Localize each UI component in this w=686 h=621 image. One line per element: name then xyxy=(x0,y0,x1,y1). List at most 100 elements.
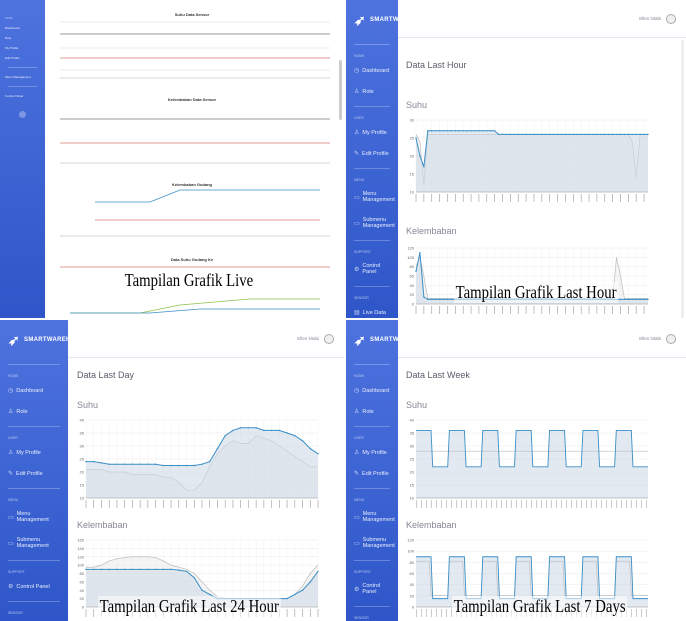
sidebar-item-my-profile[interactable]: ♙ My Profile xyxy=(346,442,398,463)
data-point[interactable] xyxy=(482,130,484,132)
data-point[interactable] xyxy=(647,298,649,301)
brand[interactable]: ➶ SMARTWAREH xyxy=(0,320,70,360)
data-point[interactable] xyxy=(139,463,141,465)
sidebar-item-role[interactable]: ♙ Role xyxy=(346,81,398,102)
data-point[interactable] xyxy=(423,166,425,168)
data-point[interactable] xyxy=(415,137,417,139)
data-point[interactable] xyxy=(423,296,425,298)
data-point[interactable] xyxy=(294,434,296,437)
data-point[interactable] xyxy=(466,130,468,132)
data-point[interactable] xyxy=(209,593,211,596)
data-point[interactable] xyxy=(131,463,134,465)
data-point[interactable] xyxy=(123,463,126,465)
data-point[interactable] xyxy=(317,570,319,573)
data-point[interactable] xyxy=(635,298,637,301)
data-point[interactable] xyxy=(497,133,500,136)
sidebar-item-menu-management[interactable]: ▭ Menu Management xyxy=(346,184,398,210)
data-point[interactable] xyxy=(588,133,590,136)
data-point[interactable] xyxy=(568,133,571,136)
data-point[interactable] xyxy=(108,463,110,465)
sidebar-item-control-panel[interactable]: Control Panel xyxy=(0,91,45,101)
data-point[interactable] xyxy=(623,298,626,301)
data-point[interactable] xyxy=(596,133,598,136)
data-point[interactable] xyxy=(560,133,563,136)
data-point[interactable] xyxy=(619,298,622,301)
data-point[interactable] xyxy=(611,133,614,136)
data-point[interactable] xyxy=(154,568,157,571)
data-point[interactable] xyxy=(548,133,551,136)
brand[interactable]: ➶ SMARTWAREH xyxy=(346,0,416,40)
data-point[interactable] xyxy=(93,568,95,571)
data-point[interactable] xyxy=(85,568,87,571)
data-point[interactable] xyxy=(263,429,265,432)
data-point[interactable] xyxy=(478,130,480,132)
data-point[interactable] xyxy=(415,270,417,273)
data-point[interactable] xyxy=(556,133,559,136)
data-point[interactable] xyxy=(123,568,126,571)
data-point[interactable] xyxy=(627,298,630,301)
data-point[interactable] xyxy=(572,133,574,136)
data-point[interactable] xyxy=(533,133,535,136)
data-point[interactable] xyxy=(419,155,421,157)
scrollbar[interactable] xyxy=(339,60,342,120)
sidebar-item-edit-profile[interactable]: ✎ Edit Profile xyxy=(0,463,68,484)
user-name[interactable]: Ellen Ntabi xyxy=(639,16,661,21)
data-point[interactable] xyxy=(442,298,445,301)
avatar[interactable] xyxy=(324,333,334,344)
sidebar-item-dashboard[interactable]: ◷ Dashboard xyxy=(346,60,398,81)
data-point[interactable] xyxy=(537,133,539,136)
data-point[interactable] xyxy=(239,427,242,429)
data-point[interactable] xyxy=(623,133,626,136)
data-point[interactable] xyxy=(255,427,257,429)
sidebar-item-control-panel[interactable]: ⚙ Control Panel xyxy=(346,576,398,602)
data-point[interactable] xyxy=(631,298,633,301)
data-point[interactable] xyxy=(309,581,311,583)
data-point[interactable] xyxy=(209,460,211,463)
data-point[interactable] xyxy=(604,133,606,136)
sidebar-item-control-panel[interactable]: ⚙ Control Panel xyxy=(0,576,68,597)
data-point[interactable] xyxy=(116,463,118,465)
sidebar-item-dashboard[interactable]: Dashboard xyxy=(0,23,45,33)
data-point[interactable] xyxy=(647,133,649,136)
sidebar-item-edit-profile[interactable]: ✎ Edit Profile xyxy=(346,143,398,164)
data-point[interactable] xyxy=(635,133,637,136)
data-point[interactable] xyxy=(434,130,437,132)
data-point[interactable] xyxy=(442,130,445,132)
data-point[interactable] xyxy=(639,133,641,136)
sidebar-item-submenu-management[interactable]: ▭ Submenu Management xyxy=(346,530,398,556)
sidebar-item-dashboard[interactable]: ◷ Dashboard xyxy=(346,380,398,401)
user-name[interactable]: Ellen Ntabi xyxy=(639,336,661,341)
sidebar-item-role[interactable]: Role xyxy=(0,33,45,43)
data-point[interactable] xyxy=(446,130,449,132)
avatar[interactable] xyxy=(666,13,676,24)
data-point[interactable] xyxy=(639,298,641,301)
data-point[interactable] xyxy=(147,463,149,465)
data-point[interactable] xyxy=(509,133,512,136)
data-point[interactable] xyxy=(584,133,586,136)
data-point[interactable] xyxy=(193,576,195,579)
data-point[interactable] xyxy=(100,568,103,571)
data-point[interactable] xyxy=(139,568,141,571)
data-point[interactable] xyxy=(615,133,618,136)
data-point[interactable] xyxy=(564,133,567,136)
user-name[interactable]: Ellen Ntabi xyxy=(297,336,319,341)
data-point[interactable] xyxy=(493,130,496,132)
data-point[interactable] xyxy=(427,130,429,132)
data-point[interactable] xyxy=(185,570,188,573)
data-point[interactable] xyxy=(643,133,645,136)
sidebar-item-role[interactable]: ♙ Role xyxy=(0,401,68,422)
data-point[interactable] xyxy=(108,568,110,571)
data-point[interactable] xyxy=(450,130,453,132)
data-point[interactable] xyxy=(93,460,95,463)
data-point[interactable] xyxy=(247,427,250,429)
data-point[interactable] xyxy=(600,133,602,136)
data-point[interactable] xyxy=(513,133,516,136)
data-point[interactable] xyxy=(170,568,172,571)
sidebar-item-menu-management[interactable]: ▭ Menu Management xyxy=(0,504,68,530)
data-point[interactable] xyxy=(286,432,288,434)
data-point[interactable] xyxy=(294,593,296,596)
data-point[interactable] xyxy=(317,453,319,455)
data-point[interactable] xyxy=(100,462,103,464)
scrollbar[interactable] xyxy=(681,40,684,318)
data-point[interactable] xyxy=(474,130,476,132)
